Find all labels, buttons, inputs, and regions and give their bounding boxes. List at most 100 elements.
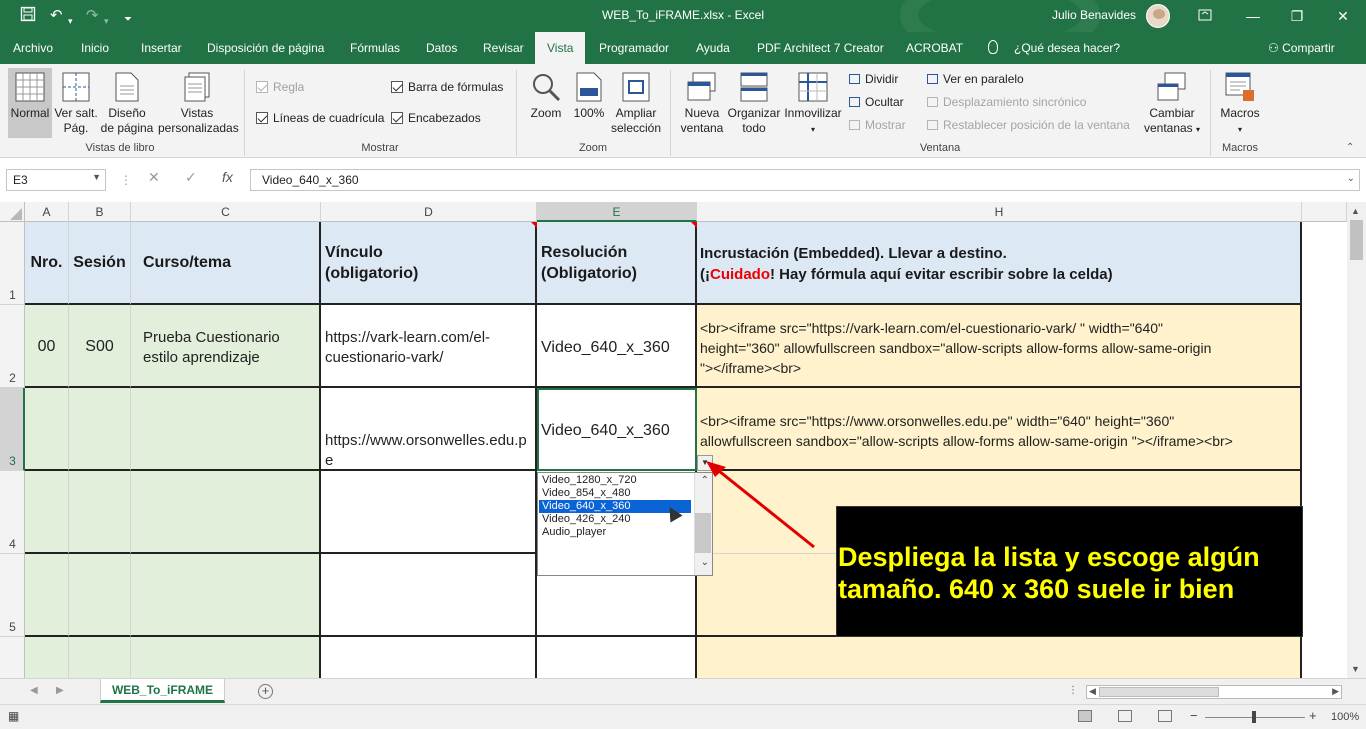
cell-b3[interactable] <box>69 388 131 471</box>
gridlines-checkbox[interactable]: Líneas de cuadrícula <box>256 111 384 125</box>
cell-c1[interactable]: Curso/tema <box>131 222 321 305</box>
page-break-preview-button[interactable]: Ver salt. Pág. <box>54 68 98 138</box>
cell-d5[interactable] <box>321 554 537 637</box>
new-window-button[interactable]: Nueva ventana <box>678 68 726 138</box>
name-box-dropdown-icon[interactable]: ▼ <box>92 172 101 182</box>
vertical-scrollbar[interactable]: ▲ ▼ <box>1347 202 1366 678</box>
macros-button[interactable]: Macros ▾ <box>1218 68 1262 138</box>
previous-sheet-icon[interactable]: ◀ <box>30 685 38 696</box>
add-sheet-icon[interactable]: + <box>258 684 273 699</box>
zoom-selection-button[interactable]: Ampliar selección <box>610 68 662 138</box>
column-header-a[interactable]: A <box>25 202 69 222</box>
enter-icon[interactable]: ✓ <box>185 169 197 186</box>
column-header-c[interactable]: C <box>131 202 321 222</box>
cell-a6[interactable] <box>25 637 69 678</box>
row-header-2[interactable]: 2 <box>0 305 25 388</box>
cell-c4[interactable] <box>131 471 321 554</box>
cell-a4[interactable] <box>25 471 69 554</box>
row-header-1[interactable]: 1 <box>0 222 25 305</box>
column-header-h[interactable]: H <box>697 202 1302 222</box>
tab-archivo[interactable]: Archivo <box>13 41 53 55</box>
cell-b2[interactable]: S00 <box>69 305 131 388</box>
avatar[interactable] <box>1146 4 1170 28</box>
insert-function-icon[interactable]: fx <box>222 169 233 185</box>
tab-pdf-architect[interactable]: PDF Architect 7 Creator <box>757 41 884 55</box>
cell-d6[interactable] <box>321 637 537 678</box>
scroll-right-icon[interactable]: ▶ <box>1332 686 1339 697</box>
row-header-3[interactable]: 3 <box>0 388 25 471</box>
cancel-icon[interactable]: ✕ <box>148 169 160 186</box>
name-box[interactable]: E3 ▼ <box>6 169 106 191</box>
cell-d3[interactable]: https://www.orsonwelles.edu.p e <box>321 388 537 471</box>
tab-inicio[interactable]: Inicio <box>81 41 109 55</box>
row-header-6[interactable] <box>0 637 25 678</box>
cell-c3[interactable] <box>131 388 321 471</box>
normal-view-status-icon[interactable] <box>1078 710 1092 722</box>
tab-ayuda[interactable]: Ayuda <box>696 41 730 55</box>
dropdown-option[interactable]: Audio_player <box>539 526 691 539</box>
cell-h2[interactable]: <br><iframe src="https://vark-learn.com/… <box>697 305 1302 388</box>
tab-disposicion[interactable]: Disposición de página <box>207 41 324 55</box>
arrange-all-button[interactable]: Organizar todo <box>726 68 782 138</box>
tab-datos[interactable]: Datos <box>426 41 457 55</box>
ruler-checkbox[interactable]: Regla <box>256 80 304 94</box>
page-break-status-icon[interactable] <box>1158 710 1172 722</box>
unhide-button[interactable]: Mostrar <box>849 118 906 132</box>
expand-formula-icon[interactable]: ⌄ <box>1347 173 1355 184</box>
hide-button[interactable]: Ocultar <box>849 95 904 109</box>
cell-a3[interactable] <box>25 388 69 471</box>
formula-input[interactable]: Video_640_x_360 ⌄ <box>250 169 1360 191</box>
collapse-ribbon-icon[interactable]: ⌃ <box>1346 142 1354 153</box>
macro-record-icon[interactable]: ▦ <box>8 709 19 723</box>
cell-e2[interactable]: Video_640_x_360 <box>537 305 697 388</box>
scroll-left-icon[interactable]: ◀ <box>1089 686 1096 697</box>
formula-bar-checkbox[interactable]: Barra de fórmulas <box>391 80 503 94</box>
validation-dropdown-list[interactable]: Video_1280_x_720 Video_854_x_480 Video_6… <box>537 472 713 576</box>
zoom-slider-knob[interactable] <box>1252 711 1256 723</box>
cell-d2[interactable]: https://vark-learn.com/el- cuestionario-… <box>321 305 537 388</box>
normal-view-button[interactable]: Normal <box>8 68 52 138</box>
cell-c2[interactable]: Prueba Cuestionario estilo aprendizaje <box>131 305 321 388</box>
row-header-5[interactable]: 5 <box>0 554 25 637</box>
scroll-down-icon[interactable]: ⌄ <box>701 557 709 568</box>
column-header-i[interactable] <box>1302 202 1347 222</box>
tab-vista[interactable]: Vista <box>535 32 586 64</box>
user-name[interactable]: Julio Benavides <box>1052 8 1136 22</box>
column-header-d[interactable]: D <box>321 202 537 222</box>
share-button[interactable]: ⚇ Compartir <box>1268 41 1335 55</box>
comment-indicator[interactable] <box>531 222 537 228</box>
tab-split-grip-icon[interactable]: ⋮ <box>1068 685 1078 696</box>
tab-insertar[interactable]: Insertar <box>141 41 182 55</box>
tab-acrobat[interactable]: ACROBAT <box>906 41 963 55</box>
split-button[interactable]: Dividir <box>849 72 898 86</box>
comment-indicator[interactable] <box>691 222 697 228</box>
cell-d1[interactable]: Vínculo (obligatorio) <box>321 222 537 305</box>
tab-revisar[interactable]: Revisar <box>483 41 524 55</box>
horizontal-scroll-thumb[interactable] <box>1099 687 1219 697</box>
restore-icon[interactable]: ❐ <box>1282 4 1312 28</box>
cell-b1[interactable]: Sesión <box>69 222 131 305</box>
cell-e1[interactable]: Resolución (Obligatorio) <box>537 222 697 305</box>
tab-programador[interactable]: Programador <box>599 41 669 55</box>
page-layout-button[interactable]: Diseño de página <box>100 68 154 138</box>
vertical-scroll-thumb[interactable] <box>1350 220 1363 260</box>
headings-checkbox[interactable]: Encabezados <box>391 111 481 125</box>
zoom-100-button[interactable]: 100% <box>570 68 608 138</box>
ribbon-display-icon[interactable] <box>1190 4 1220 28</box>
freeze-panes-button[interactable]: Inmovilizar ▾ <box>784 68 842 138</box>
select-all-corner[interactable] <box>0 202 25 222</box>
zoom-button[interactable]: Zoom <box>526 68 566 138</box>
column-header-b[interactable]: B <box>69 202 131 222</box>
next-sheet-icon[interactable]: ▶ <box>56 685 64 696</box>
cell-h6[interactable] <box>697 637 1302 678</box>
custom-views-button[interactable]: Vistas personalizadas <box>158 68 239 138</box>
reset-position-button[interactable]: Restablecer posición de la ventana <box>927 118 1130 132</box>
zoom-in-icon[interactable]: + <box>1309 708 1317 723</box>
cell-c6[interactable] <box>131 637 321 678</box>
column-header-e[interactable]: E <box>537 202 697 222</box>
cell-a1[interactable]: Nro. <box>25 222 69 305</box>
cell-b4[interactable] <box>69 471 131 554</box>
cell-c5[interactable] <box>131 554 321 637</box>
row-header-4[interactable]: 4 <box>0 471 25 554</box>
close-icon[interactable]: ✕ <box>1328 4 1358 28</box>
